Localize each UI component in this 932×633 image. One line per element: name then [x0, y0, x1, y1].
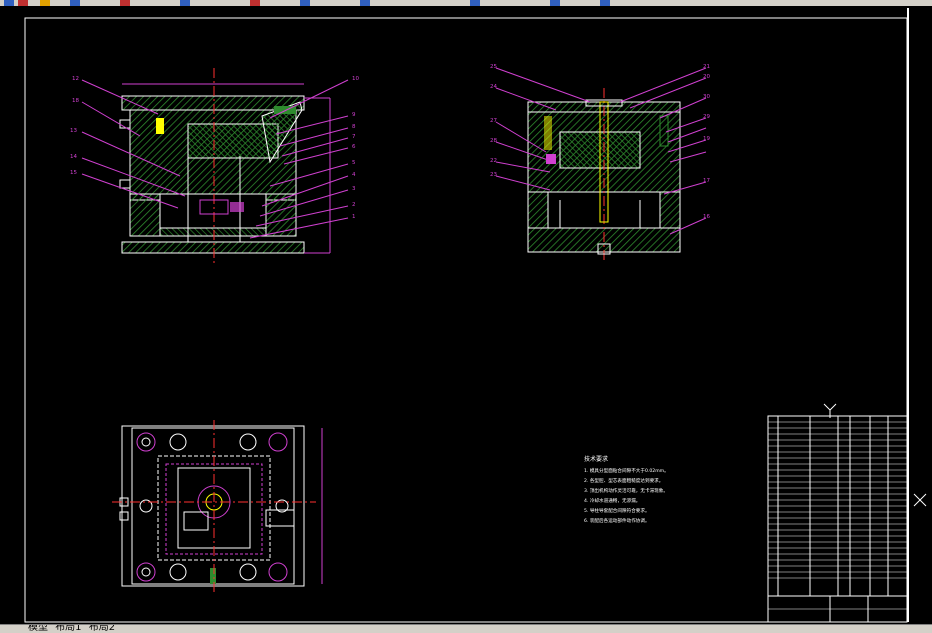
drawing-canvas[interactable]: 技术要求 1. 模具分型面贴合间隙不大于0.02mm。 2. 各型腔、型芯表面粗… — [0, 6, 932, 624]
front-right-callout: 6 — [352, 144, 356, 150]
front-right-callout: 4 — [352, 172, 356, 178]
ucs-icon — [823, 403, 927, 507]
side-right-callout: 30 — [703, 94, 710, 100]
front-right-callout: 7 — [352, 134, 356, 140]
front-right-callout: 3 — [352, 186, 356, 192]
technical-requirements: 技术要求 1. 模具分型面贴合间隙不大于0.02mm。 2. 各型腔、型芯表面粗… — [584, 455, 669, 524]
side-section-view — [527, 88, 681, 260]
tech-line: 5. 导柱导套配合间隙符合要求。 — [584, 507, 650, 514]
side-left-callout: 22 — [490, 158, 497, 164]
tech-line: 3. 顶出机构动作灵活可靠，无卡滞现象。 — [584, 487, 668, 494]
tech-line: 4. 冷却水道通畅，无渗漏。 — [584, 497, 640, 504]
front-left-callout: 12 — [72, 76, 79, 82]
front-right-callout: 8 — [352, 124, 356, 130]
front-left-callout: 18 — [72, 98, 79, 104]
tech-line: 6. 装配后各运动部件动作协调。 — [584, 517, 650, 524]
front-left-callout: 15 — [70, 170, 77, 176]
front-right-callout: 9 — [352, 112, 356, 118]
front-section-view — [119, 68, 331, 264]
side-right-callout: 29 — [703, 114, 710, 120]
plan-view — [112, 420, 323, 592]
title-block — [767, 415, 908, 623]
side-right-callout: 19 — [703, 136, 710, 142]
side-right-callout: 16 — [703, 214, 710, 220]
front-right-callout: 2 — [352, 202, 356, 208]
tech-line: 2. 各型腔、型芯表面粗糙度达到要求。 — [584, 477, 663, 484]
front-right-callout: 10 — [352, 76, 359, 82]
side-right-callout: 17 — [703, 178, 710, 184]
side-left-callout: 25 — [490, 64, 497, 70]
side-left-callout: 24 — [490, 84, 497, 90]
tech-line: 1. 模具分型面贴合间隙不大于0.02mm。 — [584, 467, 669, 474]
side-left-callout: 28 — [490, 138, 497, 144]
tech-title: 技术要求 — [584, 455, 608, 463]
front-left-callout: 13 — [70, 128, 77, 134]
side-left-callout: 27 — [490, 118, 497, 124]
side-right-callout: 20 — [703, 74, 710, 80]
front-right-callout: 1 — [352, 214, 356, 220]
side-left-callout: 23 — [490, 172, 497, 178]
front-left-callout: 14 — [70, 154, 77, 160]
side-right-callout: 21 — [703, 64, 710, 70]
front-right-callout: 5 — [352, 160, 356, 166]
